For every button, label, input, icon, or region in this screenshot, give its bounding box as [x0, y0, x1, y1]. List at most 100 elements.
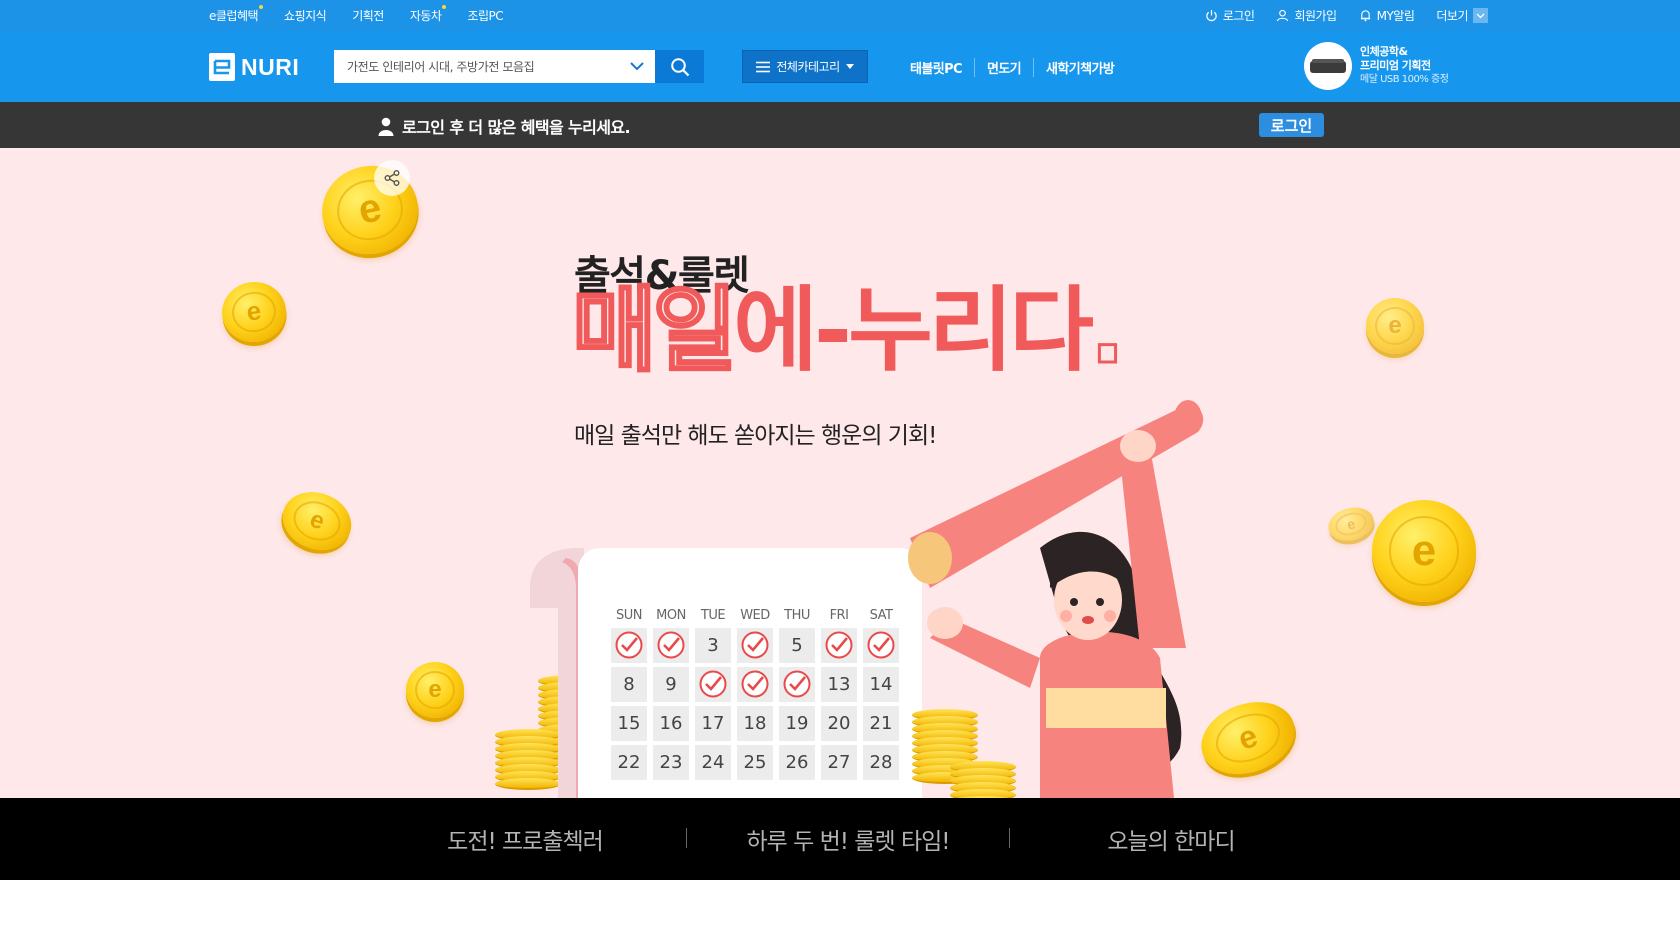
calendar-day	[695, 667, 731, 702]
coin-icon: e	[1366, 298, 1424, 354]
weekday-label: THU	[784, 608, 810, 623]
calendar-day: 19	[779, 706, 815, 741]
more-link-label: 더보기	[1436, 9, 1468, 23]
top-link-3[interactable]: 자동차	[410, 5, 447, 24]
signup-link-label: 회원가입	[1294, 9, 1337, 23]
coin-letter: e	[1388, 311, 1402, 339]
hero-title-fill: 에-누리다	[733, 277, 1094, 384]
alerts-link[interactable]: MY알림	[1359, 7, 1415, 24]
all-categories-button[interactable]: 전체카테고리	[742, 50, 868, 83]
coin-letter: e	[306, 505, 329, 536]
tab-today-comment[interactable]: 오늘의 한마디	[1010, 798, 1332, 880]
calendar-day: 23	[653, 745, 689, 780]
attendance-check-icon	[825, 631, 853, 659]
login-prompt-bar: 로그인 후 더 많은 혜택을 누리세요. 로그인	[0, 102, 1680, 148]
person-icon	[378, 117, 394, 136]
more-link[interactable]: 더보기	[1436, 7, 1488, 24]
search-button[interactable]	[655, 50, 704, 83]
calendar-day-number: 9	[665, 674, 677, 695]
calendar-day: 27	[821, 745, 857, 780]
login-link[interactable]: 로그인	[1205, 7, 1255, 24]
calendar-day: 13	[821, 667, 857, 702]
quick-link-1[interactable]: 면도기	[973, 57, 1033, 77]
calendar-day: 3	[695, 628, 731, 663]
hero-title-outline: 매일	[570, 277, 738, 384]
coin-letter: e	[428, 675, 442, 703]
search-dropdown-toggle[interactable]	[620, 62, 654, 71]
menu-icon	[756, 61, 771, 72]
chevron-down-icon	[1473, 8, 1488, 23]
calendar-day: 9	[653, 667, 689, 702]
promo-thumbnail	[1304, 42, 1352, 90]
top-link-1[interactable]: 쇼핑지식	[284, 7, 327, 24]
calendar-day	[779, 667, 815, 702]
promo-line-1: 인체공학&	[1360, 45, 1408, 58]
quick-link-0[interactable]: 태블릿PC	[910, 58, 974, 77]
attendance-check-icon	[741, 670, 769, 698]
signup-link[interactable]: 회원가입	[1276, 7, 1337, 24]
tab-roulette-time[interactable]: 하루 두 번! 룰렛 타임!	[687, 798, 1009, 880]
calendar-day-number: 8	[623, 674, 635, 695]
new-badge-dot	[259, 5, 264, 9]
chevron-down-icon	[630, 62, 644, 71]
calendar-day-number: 3	[707, 635, 719, 656]
share-icon	[384, 170, 400, 186]
top-link-2[interactable]: 기획전	[352, 7, 384, 24]
logo-e-icon	[213, 59, 231, 75]
calendar-day-number: 15	[617, 713, 641, 734]
top-link-0[interactable]: e클럽혜택	[209, 5, 264, 24]
calendar-day-number: 16	[659, 713, 683, 734]
promo-banner[interactable]: 인체공학& 프리미엄 기획전 메달 USB 100% 증정	[1304, 42, 1449, 90]
share-button[interactable]	[374, 160, 410, 196]
logo-mark	[209, 53, 235, 81]
calendar-weekday-header: SUN MON TUE WED THU FRI SAT	[608, 608, 898, 623]
search-icon	[670, 57, 689, 76]
scroll-curl-decoration	[530, 548, 584, 798]
alerts-link-label: MY알림	[1376, 9, 1415, 23]
coin-letter: e	[1411, 525, 1437, 575]
calendar-day-number: 20	[827, 713, 851, 734]
enuri-logo[interactable]: NURI	[209, 53, 299, 81]
user-menu: 로그인 회원가입 MY알림 더보기	[1205, 0, 1488, 31]
search-input[interactable]: 가전도 인테리어 시대, 주방가전 모음집	[334, 50, 655, 83]
calendar-day: 8	[611, 667, 647, 702]
calendar-day-number: 24	[701, 752, 725, 773]
page-footer-space	[0, 880, 1680, 928]
login-link-label: 로그인	[1222, 9, 1255, 23]
tab-pro-attendance[interactable]: 도전! 프로출첵러	[364, 798, 686, 880]
girl-holding-scroll-illustration	[908, 400, 1204, 798]
calendar-day	[737, 628, 773, 663]
weekday-label: WED	[740, 608, 770, 623]
caret-down-icon	[845, 64, 854, 69]
promo-text: 인체공학& 프리미엄 기획전 메달 USB 100% 증정	[1360, 45, 1449, 87]
calendar-day: 25	[737, 745, 773, 780]
calendar-day-number: 17	[701, 713, 725, 734]
keyboard-image	[1310, 59, 1346, 73]
top-link-4[interactable]: 조립PC	[467, 7, 503, 24]
weekday-label: SUN	[616, 608, 643, 623]
attendance-check-icon	[783, 670, 811, 698]
login-prompt: 로그인 후 더 많은 혜택을 누리세요.	[378, 114, 631, 138]
calendar-day: 5	[779, 628, 815, 663]
power-icon	[1206, 9, 1217, 22]
top-utility-links: e클럽혜택 쇼핑지식 기획전 자동차 조립PC	[209, 0, 504, 31]
calendar-day	[821, 628, 857, 663]
attendance-check-icon	[741, 631, 769, 659]
calendar-day-number: 22	[617, 752, 641, 773]
calendar-day	[611, 628, 647, 663]
calendar-day: 24	[695, 745, 731, 780]
search-input-value: 가전도 인테리어 시대, 주방가전 모음집	[347, 60, 535, 74]
calendar-day-number: 25	[743, 752, 767, 773]
weekday-label: MON	[656, 608, 686, 623]
coin-letter: e	[1345, 515, 1357, 533]
promo-line-2: 프리미엄 기획전	[1360, 59, 1431, 72]
login-button[interactable]: 로그인	[1259, 113, 1324, 137]
user-icon	[1277, 9, 1289, 22]
attendance-check-icon	[699, 670, 727, 698]
all-categories-label: 전체카테고리	[776, 60, 840, 74]
quick-link-2[interactable]: 새학기책가방	[1033, 57, 1126, 77]
hero-subtitle: 매일 출석만 해도 쏟아지는 행운의 기회!	[574, 423, 937, 449]
calendar-day: 20	[821, 706, 857, 741]
attendance-calendar: SUN MON TUE WED THU FRI SAT 3 5 8 9 13 14 15 16 17 18 19…	[518, 548, 922, 798]
promo-line-3: 메달 USB 100% 증정	[1360, 74, 1449, 85]
